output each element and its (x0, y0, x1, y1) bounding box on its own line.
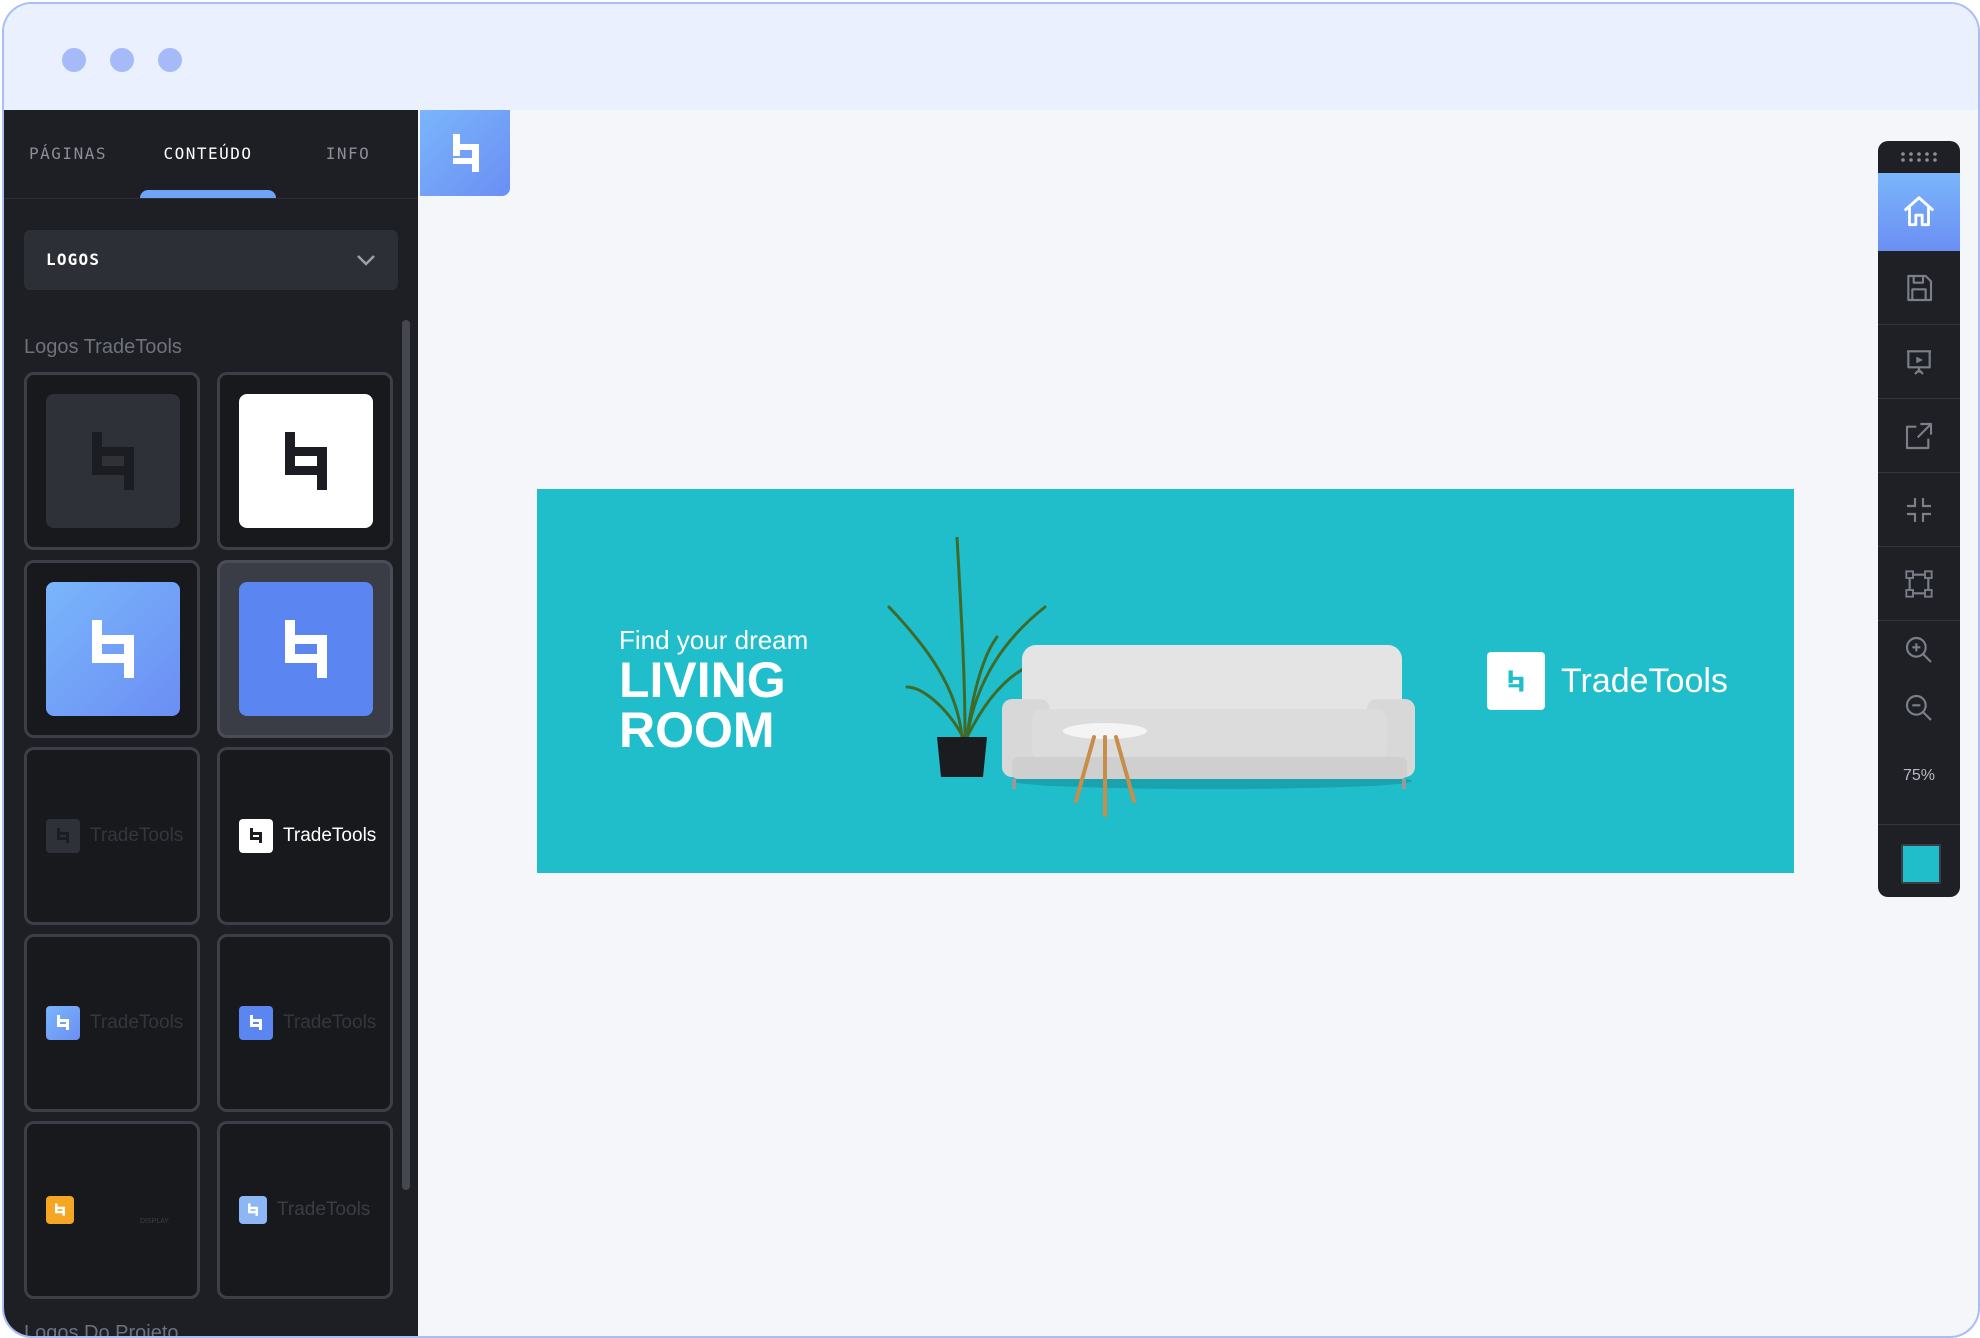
tt-logo-icon (239, 582, 373, 716)
export-button[interactable] (1878, 399, 1960, 473)
title-bar (4, 4, 1978, 110)
tt-logo-icon (46, 819, 80, 853)
tt-logo-icon (46, 582, 180, 716)
logo-wordmark: DISPLAY (140, 1217, 170, 1225)
banner-brand-logo: TradeTools (1487, 652, 1728, 710)
banner-headline-line1: LIVING (619, 652, 786, 708)
canvas-banner[interactable]: Find your dream LIVING ROOM TradeTools (537, 489, 1794, 873)
tt-horizontal-logo: TradeTools (46, 818, 183, 854)
tt-logo-icon (453, 134, 479, 172)
tt-logo-icon (46, 394, 180, 528)
home-button[interactable] (1878, 173, 1960, 251)
section-title-tradetools: Logos TradeTools (24, 336, 182, 358)
logo-tile-dark-square[interactable] (24, 372, 200, 550)
app-logo-button[interactable] (420, 110, 510, 196)
tt-horizontal-logo: DISPLAY (46, 1192, 169, 1228)
zoom-in-icon (1905, 636, 1932, 663)
banner-headline-line2: ROOM (619, 702, 775, 758)
fit-artboard-button[interactable] (1878, 547, 1960, 621)
side-table-image (1063, 723, 1147, 817)
banner-logo-wordmark: TradeTools (1561, 661, 1728, 700)
logo-tile-white-square[interactable] (217, 372, 393, 550)
close-dot[interactable] (62, 48, 86, 72)
external-link-icon (1905, 422, 1933, 449)
tab-paginas[interactable]: PÁGINAS (4, 110, 132, 198)
logo-tile-dark-horizontal[interactable]: TradeTools (24, 747, 200, 925)
logo-wordmark: TradeTools (283, 825, 377, 846)
grip-dots-icon (1901, 152, 1937, 162)
chevron-down-icon (357, 255, 375, 266)
logo-tile-gradient-horizontal[interactable]: TradeTools (24, 934, 200, 1112)
drag-handle[interactable] (1878, 141, 1960, 173)
floating-toolbar: 75% (1878, 141, 1960, 897)
tt-horizontal-logo: TradeTools (239, 1005, 376, 1041)
tt-logo-icon (239, 394, 373, 528)
dropdown-selected-value: LOGOS (46, 250, 101, 269)
app-window: PÁGINAS CONTEÚDO INFO LOGOS Logos TradeT… (2, 2, 1980, 1338)
tt-logo-icon (46, 1196, 74, 1224)
tt-logo-icon (239, 1006, 273, 1040)
logo-wordmark: TradeTools (90, 1012, 184, 1033)
artboard-icon (1905, 569, 1933, 598)
tt-logo-icon (239, 819, 273, 853)
zoom-level: 75% (1902, 767, 1936, 784)
logo-tile-white-horizontal[interactable]: TradeTools (217, 747, 393, 925)
zoom-out-icon (1905, 694, 1932, 721)
section-title-project: Logos Do Projeto (24, 1322, 179, 1336)
save-button[interactable] (1878, 251, 1960, 325)
tt-logo-icon (46, 1006, 80, 1040)
sidebar-scrollbar[interactable] (402, 320, 410, 1190)
logo-tile-gradient-square[interactable] (24, 560, 200, 738)
logo-tile-pale-horizontal[interactable]: TradeTools (217, 1121, 393, 1299)
tab-info[interactable]: INFO (284, 110, 412, 198)
collapse-button[interactable] (1878, 473, 1960, 547)
zoom-out-button[interactable] (1878, 679, 1960, 737)
minimize-dot[interactable] (110, 48, 134, 72)
scrollbar-thumb[interactable] (402, 320, 410, 1190)
tt-horizontal-logo: TradeTools (239, 1192, 370, 1228)
collapse-icon (1907, 497, 1931, 522)
present-button[interactable] (1878, 325, 1960, 399)
tt-horizontal-logo: TradeTools (239, 818, 376, 854)
logo-tile-orange-horizontal[interactable]: DISPLAY (24, 1121, 200, 1299)
active-tab-indicator (140, 190, 276, 198)
background-color-swatch[interactable] (1901, 844, 1941, 884)
logo-wordmark: TradeTools (90, 825, 184, 846)
zoom-in-button[interactable] (1878, 621, 1960, 679)
logo-tile-blue-horizontal[interactable]: TradeTools (217, 934, 393, 1112)
sidebar: PÁGINAS CONTEÚDO INFO LOGOS Logos TradeT… (4, 110, 418, 1336)
logo-tile-blue-square[interactable] (217, 560, 393, 738)
tt-logo-icon (239, 1196, 267, 1224)
sidebar-tabs: PÁGINAS CONTEÚDO INFO (4, 110, 418, 199)
divider (1878, 824, 1960, 825)
maximize-dot[interactable] (158, 48, 182, 72)
tab-conteudo[interactable]: CONTEÚDO (140, 110, 276, 198)
tt-horizontal-logo: TradeTools (46, 1005, 183, 1041)
content-type-dropdown[interactable]: LOGOS (24, 230, 398, 290)
tt-logo-icon (1487, 652, 1545, 710)
presentation-icon (1907, 349, 1931, 375)
save-icon (1907, 274, 1933, 301)
logo-wordmark: TradeTools (283, 1012, 377, 1033)
logo-wordmark: TradeTools (277, 1199, 371, 1220)
home-icon (1903, 196, 1935, 227)
